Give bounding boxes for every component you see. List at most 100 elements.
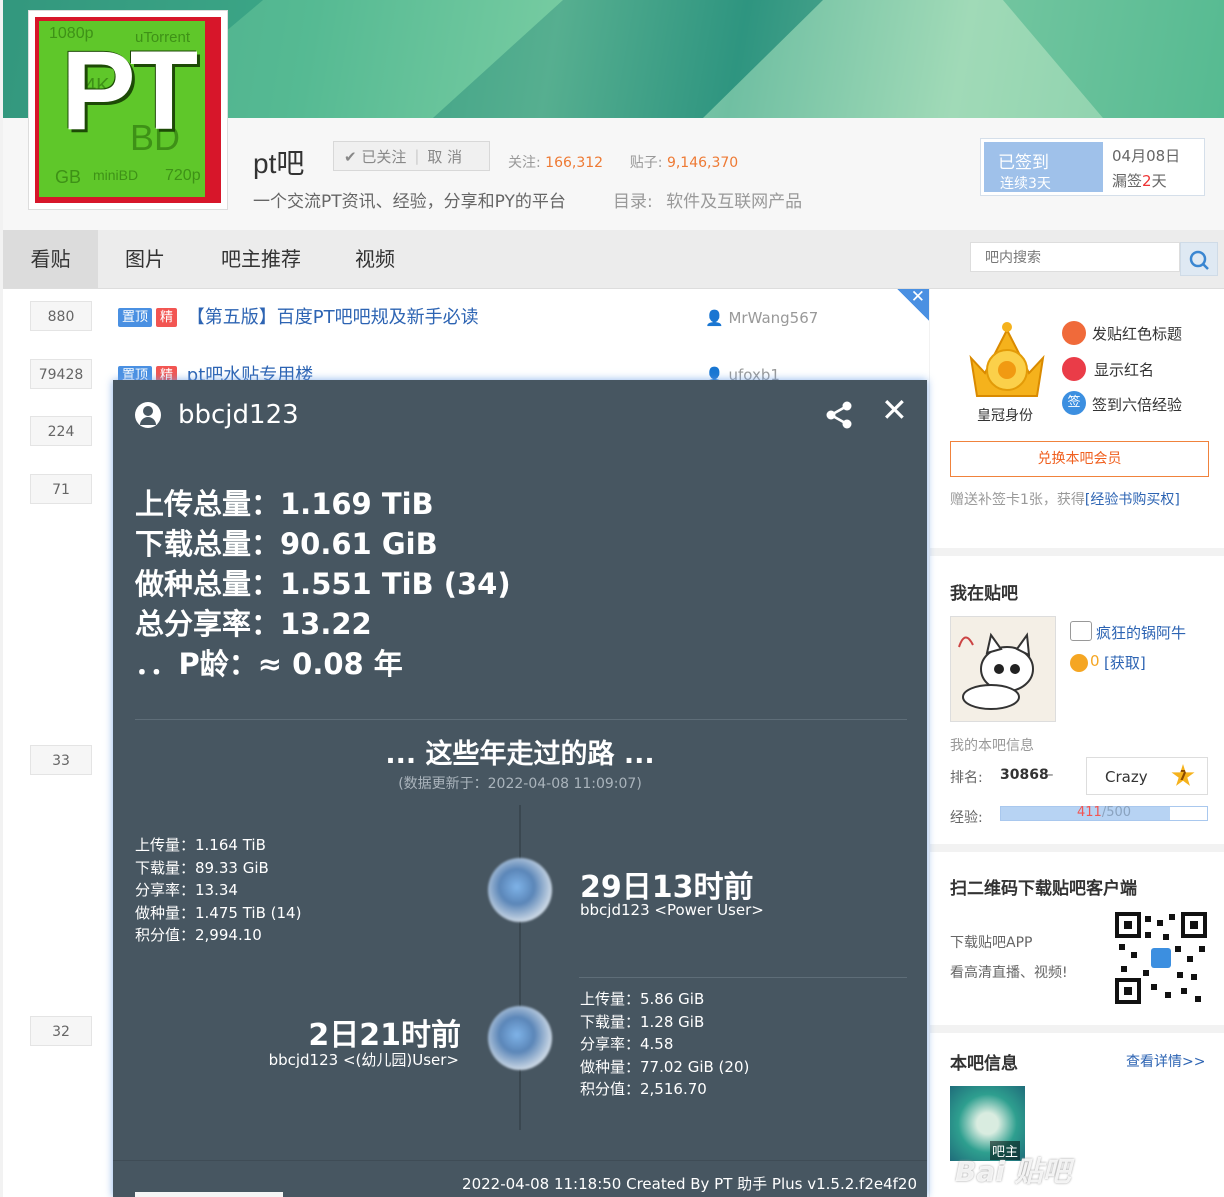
- directory-link[interactable]: 软件及互联网产品: [666, 192, 802, 212]
- missed-prefix: 漏签: [1112, 172, 1143, 190]
- qr-line1: 下载贴吧APP: [950, 935, 1033, 951]
- pt-helper-overlay: bbcjd123 ✕ 上传总量：1.169 TiB 下载总量：90.61 GiB…: [113, 380, 927, 1197]
- reply-count: 71: [30, 474, 92, 504]
- tab-videos[interactable]: 视频: [355, 230, 395, 288]
- coin-count: 0: [1090, 652, 1100, 670]
- vip-badge-icon: [1070, 621, 1092, 641]
- search-button[interactable]: [1180, 242, 1218, 276]
- timeline-divider: [579, 977, 907, 978]
- forum-logo[interactable]: 1080p uTorrent 4K BD GB miniBD 720p PT: [28, 10, 228, 210]
- close-icon[interactable]: ✕: [881, 394, 908, 426]
- signin-streak: 连续3天: [1000, 176, 1051, 192]
- forum-name[interactable]: pt吧: [253, 142, 304, 182]
- exchange-note-text: 赠送补签卡1张，获得: [950, 492, 1085, 508]
- coin-icon: [1070, 654, 1088, 672]
- followers-count: 166,312: [545, 155, 604, 171]
- reply-count: 32: [30, 1016, 92, 1046]
- crown-icon: [969, 322, 1045, 397]
- forum-info-title: 本吧信息: [950, 1054, 1018, 1074]
- thread-author[interactable]: 👤 MrWang567: [705, 309, 818, 327]
- cat-avatar-image: [958, 632, 1034, 710]
- reply-count: 224: [30, 416, 92, 446]
- pt-age: ．．P龄：≈ 0.08 年: [135, 647, 403, 681]
- entry1-upload: 上传量：1.164 TiB: [135, 836, 266, 854]
- timeline-line: [519, 805, 521, 1130]
- forum-info-details-link[interactable]: 查看详情>>: [1126, 1051, 1205, 1071]
- exp-current: 411: [1076, 805, 1102, 820]
- signin-date: 04月08日: [1112, 147, 1181, 165]
- close-icon: ✕: [910, 287, 925, 307]
- perk-red-name: 显示红名: [1094, 361, 1155, 379]
- tab-posts[interactable]: 看贴: [3, 230, 98, 288]
- overlay-divider: [135, 719, 907, 720]
- total-download: 下载总量：90.61 GiB: [135, 527, 438, 561]
- close-corner-button[interactable]: ✕: [897, 287, 929, 321]
- sidebar-divider: [930, 548, 1224, 556]
- exp-book-link[interactable]: [经验书购买权]: [1085, 492, 1180, 508]
- signin-status: 已签到: [998, 153, 1049, 173]
- entry2-upload: 上传量：5.86 GiB: [580, 990, 705, 1008]
- search-icon: [1189, 250, 1209, 270]
- my-username[interactable]: 疯狂的锅阿牛: [1096, 622, 1186, 643]
- thread-title-text[interactable]: 【第五版】百度PT吧吧规及新手必读: [187, 307, 479, 328]
- perk-red-title: 发贴红色标题: [1092, 325, 1183, 343]
- my-avatar[interactable]: [950, 616, 1056, 722]
- qr-code-image[interactable]: [1115, 912, 1207, 1004]
- history-title: ... 这些年走过的路 ...: [385, 739, 655, 770]
- exp-label: 经验:: [950, 810, 983, 826]
- baidu-tieba-watermark: Bai 贴吧: [955, 1155, 1071, 1188]
- exchange-note: 赠送补签卡1张，获得[经验书购买权]: [950, 489, 1180, 509]
- share-icon[interactable]: [825, 400, 855, 430]
- exp-progress-bar: 411/500: [1000, 805, 1208, 821]
- reply-count: 33: [30, 745, 92, 775]
- level-badge[interactable]: Crazy 7: [1086, 757, 1208, 795]
- exchange-member-button[interactable]: 兑换本吧会员: [950, 441, 1209, 477]
- get-coins-link[interactable]: [获取]: [1104, 652, 1146, 673]
- entry1-seeding: 做种量：1.475 TiB (14): [135, 903, 302, 922]
- follow-button[interactable]: ✔ 已关注 | 取 消: [333, 141, 490, 171]
- signin-box: 已签到 连续3天 04月08日 漏签2天: [980, 138, 1205, 196]
- signin-exp-icon: 签: [1062, 391, 1086, 415]
- sidebar-divider: [930, 1025, 1224, 1033]
- rank-label: 排名:: [950, 770, 983, 786]
- entry1-download: 下载量：89.33 GiB: [135, 858, 269, 877]
- thread-title[interactable]: 置顶精 【第五版】百度PT吧吧规及新手必读: [118, 303, 479, 329]
- total-seeding: 做种总量：1.551 TiB (34): [135, 567, 511, 601]
- forum-slogan: 一个交流PT资讯、经验，分享和PY的平台: [253, 192, 566, 212]
- missed-count: 2: [1142, 172, 1152, 190]
- sidebar-divider: [930, 844, 1224, 852]
- red-name-icon: [1062, 357, 1086, 381]
- entry1-ratio: 分享率：13.34: [135, 881, 238, 899]
- exp-total: /500: [1101, 805, 1132, 820]
- entry2-ago: 2日21时前: [308, 1018, 461, 1053]
- total-upload: 上传总量：1.169 TiB: [135, 487, 434, 521]
- forum-directory: 目录: 软件及互联网产品: [613, 187, 802, 212]
- overlay-footer-line: [113, 1160, 927, 1161]
- tab-recommended[interactable]: 吧主推荐: [221, 230, 301, 288]
- red-title-icon: [1062, 321, 1086, 345]
- reply-count: 880: [30, 301, 92, 331]
- qr-line2: 看高清直播、视频!: [950, 965, 1068, 981]
- rank-value: 30868: [1000, 767, 1049, 783]
- overlay-footer: 2022-04-08 11:18:50 Created By PT 助手 Plu…: [462, 1175, 917, 1193]
- forum-search-input[interactable]: 吧内搜索: [970, 242, 1180, 272]
- posts-count: 9,146,370: [666, 155, 739, 171]
- follow-label[interactable]: ✔ 已关注: [344, 146, 406, 167]
- signin-button[interactable]: 已签到 连续3天: [984, 142, 1103, 192]
- author-name[interactable]: MrWang567: [728, 309, 818, 327]
- forum-stats: 关注: 166,312 贴子: 9,146,370: [508, 152, 738, 172]
- total-ratio: 总分享率：13.22: [135, 607, 372, 641]
- my-forum-title: 我在贴吧: [950, 584, 1018, 604]
- account-circle-icon: [135, 402, 161, 428]
- entry2-avatar: [488, 1006, 552, 1070]
- tab-images[interactable]: 图片: [125, 230, 165, 288]
- signin-missed: 漏签2天: [1112, 170, 1167, 191]
- exp-progress-text: 411/500: [1001, 805, 1207, 820]
- missed-suffix: 天: [1151, 172, 1167, 190]
- perk-signin-exp: 签到六倍经验: [1092, 396, 1183, 414]
- unfollow-button[interactable]: 取 消: [427, 146, 462, 167]
- entry1-ago: 29日13时前: [580, 870, 754, 905]
- qr-title: 扫二维码下载贴吧客户端: [950, 879, 1137, 899]
- user-icon: 👤: [705, 309, 724, 327]
- level-star-icon: 7: [1171, 764, 1195, 786]
